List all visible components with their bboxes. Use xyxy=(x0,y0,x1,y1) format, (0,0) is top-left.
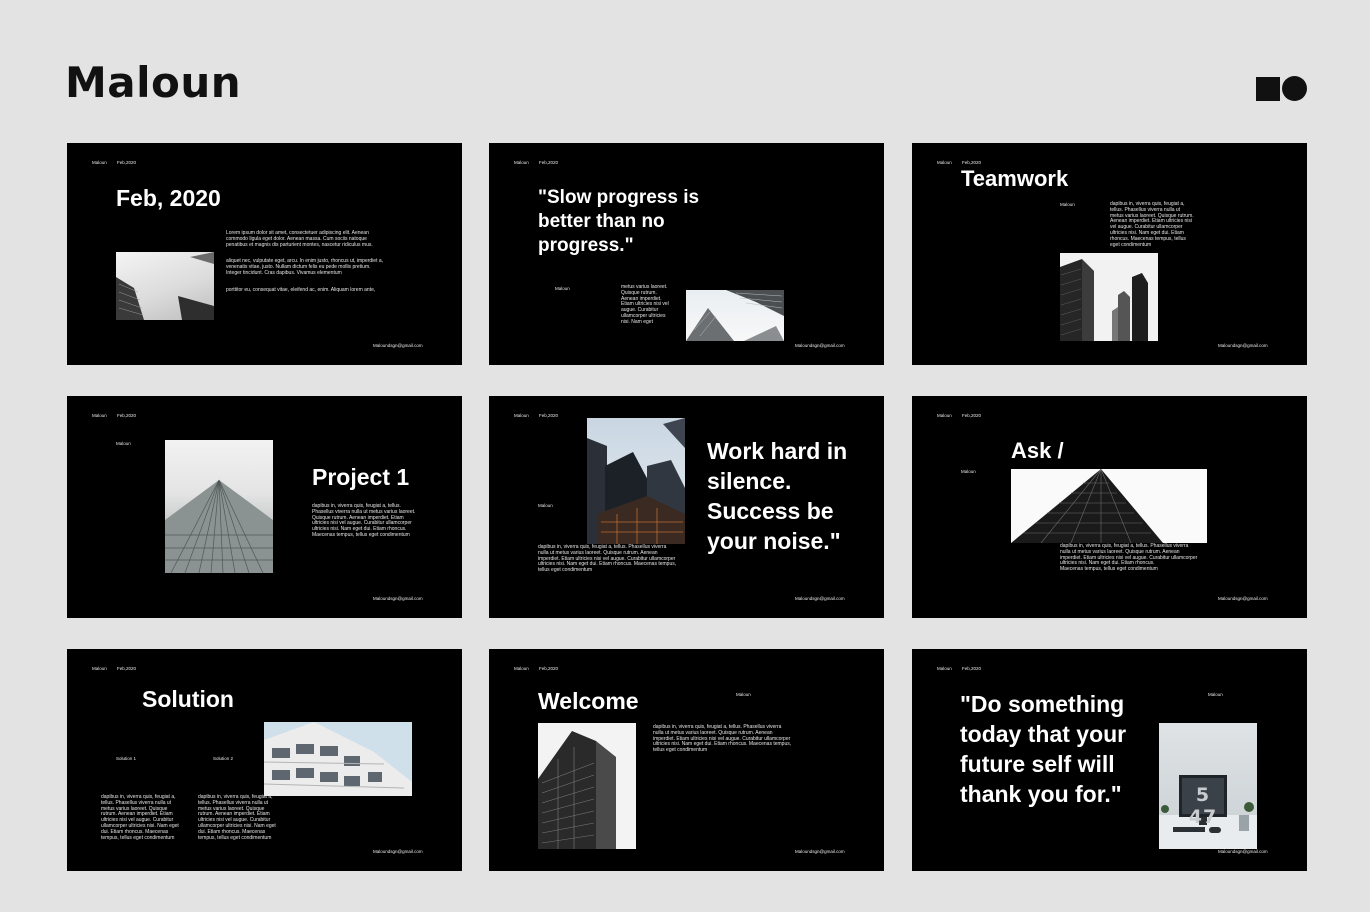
slide-label: Maloun xyxy=(555,286,570,291)
slide-thumbnail-8[interactable]: Maloun Feb,2020 Welcome Maloun dapibus i… xyxy=(489,649,884,871)
slide-thumbnail-2[interactable]: Maloun Feb,2020 "Slow progress is better… xyxy=(489,143,884,365)
slide-quote: Work hard in silence. Success be your no… xyxy=(707,438,848,554)
building-photo xyxy=(587,418,685,544)
slide-title: Teamwork xyxy=(961,166,1069,191)
slide-paragraph: metus varius laoreet. Quisque rutrum. Ae… xyxy=(621,284,669,325)
slide-paragraph: dapibus in, viverra quis, feugiat a, tel… xyxy=(653,724,792,754)
slide-label: Maloun xyxy=(961,469,976,474)
slide-brand: Maloun xyxy=(92,413,107,418)
slide-brand: Maloun xyxy=(937,413,952,418)
slide-paragraph: dapibus in, viverra quis, feugiat a, tel… xyxy=(1060,543,1198,573)
slide-thumbnail-9[interactable]: Maloun Feb,2020 "Do something today that… xyxy=(912,649,1307,871)
slide-title: Feb, 2020 xyxy=(116,185,221,211)
slide-date: Feb,2020 xyxy=(117,666,137,671)
slide-brand: Maloun xyxy=(92,666,107,671)
slide-brand: Maloun xyxy=(937,160,952,165)
slide-date: Feb,2020 xyxy=(962,413,982,418)
building-photo xyxy=(686,290,784,341)
slide-label: Solution 2 xyxy=(213,756,234,761)
slide-date: Feb,2020 xyxy=(962,666,982,671)
slide-paragraph: dapibus in, viverra quis, feugiat a, tel… xyxy=(538,544,677,574)
slide-paragraph: aliquet nec, vulputate eget, arcu. In en… xyxy=(226,258,384,276)
slide-label: Maloun xyxy=(1060,202,1075,207)
slide-brand: Maloun xyxy=(937,666,952,671)
slide-label: Solution 1 xyxy=(116,756,137,761)
slide-email: Maloundsgn@gmail.com xyxy=(795,343,845,348)
slide-brand: Maloun xyxy=(92,160,107,165)
slide-thumbnail-3[interactable]: Maloun Feb,2020 Teamwork Maloun dapibus … xyxy=(912,143,1307,365)
slide-thumbnail-7[interactable]: Maloun Feb,2020 Solution Solution 1 Solu… xyxy=(67,649,462,871)
slide-email: Maloundsgn@gmail.com xyxy=(373,596,423,601)
desk-photo: 5 47 xyxy=(1159,723,1257,849)
brand-title: Maloun xyxy=(65,58,242,107)
slide-paragraph: dapibus in, viverra quis, feugiat a, tel… xyxy=(198,794,276,841)
slide-email: Maloundsgn@gmail.com xyxy=(1218,596,1268,601)
slide-title: Project 1 xyxy=(312,464,410,490)
slide-email: Maloundsgn@gmail.com xyxy=(795,849,845,854)
slide-email: Maloundsgn@gmail.com xyxy=(373,343,423,348)
slide-brand: Maloun xyxy=(514,413,529,418)
slide-title: Ask / xyxy=(1011,438,1064,463)
building-photo xyxy=(116,252,214,320)
slide-brand: Maloun xyxy=(514,160,529,165)
slide-title: Welcome xyxy=(538,688,639,714)
slide-title: Solution xyxy=(142,686,234,712)
building-photo xyxy=(264,722,412,796)
slide-thumbnail-4[interactable]: Maloun Feb,2020 Maloun Project 1 dapibus… xyxy=(67,396,462,618)
slide-quote: "Do something today that your future sel… xyxy=(960,691,1127,807)
slide-paragraph: dapibus in, viverra quis, feugiat a, tel… xyxy=(101,794,179,841)
building-photo xyxy=(165,440,273,573)
clock-display: 5 47 xyxy=(1188,784,1218,828)
slide-date: Feb,2020 xyxy=(962,160,982,165)
slide-label: Maloun xyxy=(538,503,553,508)
slide-email: Maloundsgn@gmail.com xyxy=(795,596,845,601)
slide-label: Maloun xyxy=(116,441,131,446)
square-circle-logo-icon xyxy=(1256,76,1307,102)
slide-date: Feb,2020 xyxy=(539,666,559,671)
slide-email: Maloundsgn@gmail.com xyxy=(1218,849,1268,854)
slide-paragraph: dapibus in, viverra quis, feugiat a, tel… xyxy=(312,503,416,538)
building-photo xyxy=(1060,253,1158,341)
slide-thumbnail-6[interactable]: Maloun Feb,2020 Maloun Ask / dapibus in,… xyxy=(912,396,1307,618)
slide-paragraph: Lorem ipsum dolor sit amet, consectetuer… xyxy=(226,230,373,248)
slide-date: Feb,2020 xyxy=(539,160,559,165)
slide-email: Maloundsgn@gmail.com xyxy=(373,849,423,854)
slide-quote: "Slow progress is better than no progres… xyxy=(538,187,700,256)
slide-label: Maloun xyxy=(736,692,751,697)
slide-thumbnail-5[interactable]: Maloun Feb,2020 Maloun Work hard in sile… xyxy=(489,396,884,618)
slide-date: Feb,2020 xyxy=(117,160,137,165)
slide-paragraph: porttitor eu, consequat vitae, eleifend … xyxy=(226,287,376,293)
slide-paragraph: dapibus in, viverra quis, feugiat a, tel… xyxy=(1110,201,1194,248)
slide-date: Feb,2020 xyxy=(539,413,559,418)
building-photo xyxy=(1011,469,1207,543)
slide-thumbnail-1[interactable]: Maloun Feb,2020 Feb, 2020 Lorem ipsum do… xyxy=(67,143,462,365)
logo-square xyxy=(1256,77,1280,101)
slide-label: Maloun xyxy=(1208,692,1223,697)
building-photo xyxy=(538,723,636,849)
slide-date: Feb,2020 xyxy=(117,413,137,418)
slide-email: Maloundsgn@gmail.com xyxy=(1218,343,1268,348)
logo-circle xyxy=(1282,76,1307,101)
slide-brand: Maloun xyxy=(514,666,529,671)
